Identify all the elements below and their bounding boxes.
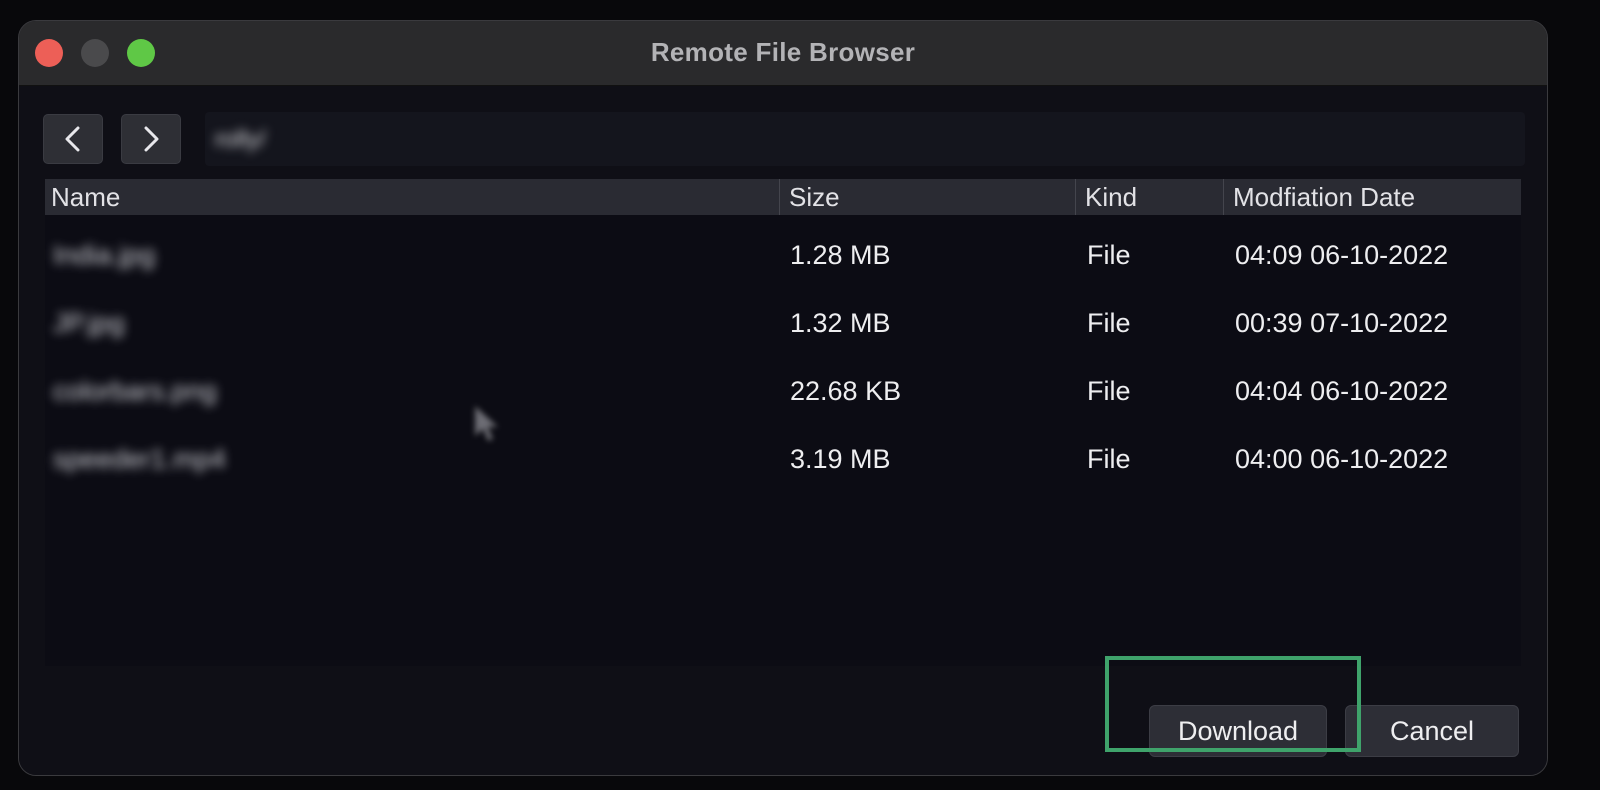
table-row[interactable]: colorbars.png 22.68 KB File 04:04 06-10-… [45,356,1521,424]
column-header-kind[interactable]: Kind [1085,182,1137,213]
path-field[interactable]: rolly/ [205,112,1525,166]
table-row[interactable]: JP.jpg 1.32 MB File 00:39 07-10-2022 [45,288,1521,356]
column-divider [1223,179,1224,215]
file-date: 00:39 07-10-2022 [1235,308,1449,338]
column-header-size[interactable]: Size [789,182,840,213]
mouse-cursor-icon [474,404,500,442]
file-size: 22.68 KB [790,376,902,406]
file-kind: File [1087,444,1131,474]
file-size: 1.32 MB [790,308,891,338]
file-size: 3.19 MB [790,444,891,474]
file-kind: File [1087,308,1131,338]
download-button[interactable]: Download [1149,705,1327,757]
title-bar: Remote File Browser [19,21,1547,86]
chevron-left-icon [65,126,80,152]
back-button[interactable] [43,114,103,164]
file-size: 1.28 MB [790,240,891,270]
file-date: 04:04 06-10-2022 [1235,376,1449,406]
table-row[interactable]: speeder1.mp4 3.19 MB File 04:00 06-10-20… [45,424,1521,492]
forward-button[interactable] [121,114,181,164]
chevron-right-icon [144,126,159,152]
window-title: Remote File Browser [650,37,916,67]
remote-file-browser-window: Remote File Browser rolly/ Name Size Kin… [18,20,1548,776]
path-text: rolly/ [215,126,266,153]
file-name: colorbars.png [53,376,217,406]
file-kind: File [1087,240,1131,270]
file-name: speeder1.mp4 [53,444,226,474]
column-header-name[interactable]: Name [51,182,120,213]
file-date: 04:00 06-10-2022 [1235,444,1449,474]
table-header: Name Size Kind Modfiation Date [45,179,1521,215]
file-name: JP.jpg [53,308,125,338]
column-divider [779,179,780,215]
dialog-content: rolly/ Name Size Kind Modfiation Date In… [19,86,1547,775]
file-kind: File [1087,376,1131,406]
cancel-button[interactable]: Cancel [1345,705,1519,757]
column-divider [1075,179,1076,215]
file-date: 04:09 06-10-2022 [1235,240,1449,270]
table-row[interactable]: India.jpg 1.28 MB File 04:09 06-10-2022 [45,220,1521,288]
file-table: Name Size Kind Modfiation Date India.jpg… [45,179,1521,666]
file-name: India.jpg [53,240,156,270]
column-header-modification-date[interactable]: Modfiation Date [1233,182,1415,213]
